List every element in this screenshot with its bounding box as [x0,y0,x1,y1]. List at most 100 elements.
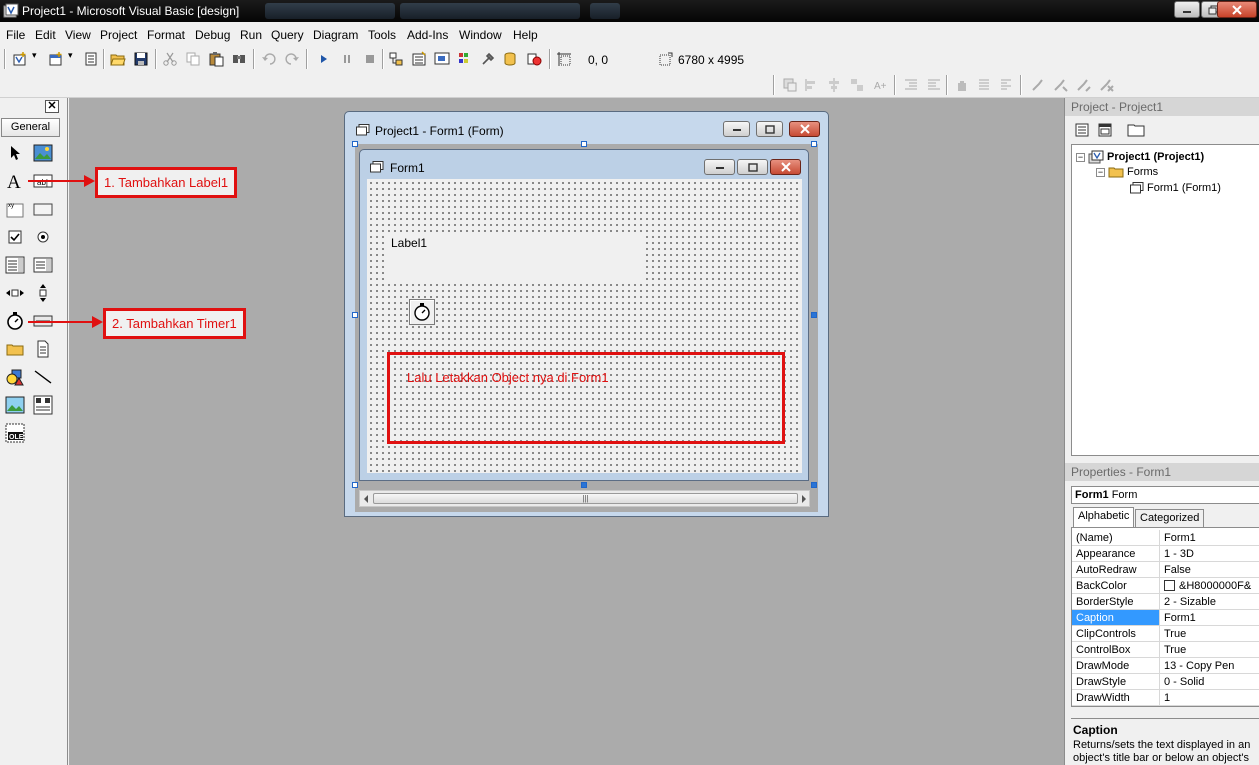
menu-run[interactable]: Run [240,28,262,42]
data-view-icon[interactable] [503,51,519,67]
save-project-icon[interactable] [133,51,149,67]
menu-help[interactable]: Help [513,28,538,42]
form-designer-window[interactable]: Project1 - Form1 (Form) Form1 Label1 Lal… [344,111,829,517]
break-icon[interactable] [339,51,355,67]
commandbutton-tool[interactable] [32,198,54,220]
object-selector[interactable]: Form1 Form [1071,486,1259,504]
scroll-left-icon[interactable] [362,494,370,504]
find-icon[interactable] [231,51,247,67]
hand-icon[interactable] [954,77,970,93]
property-row[interactable]: (Name) Form1 [1072,530,1259,546]
checkbox-tool[interactable] [4,226,26,248]
toggle-folders-icon[interactable] [1127,122,1145,138]
form1-maximize-button[interactable] [737,159,768,175]
comment-block-icon[interactable] [976,77,992,93]
pointer-tool[interactable] [4,142,26,164]
next-bookmark-icon[interactable] [1053,77,1069,93]
menu-file[interactable]: File [6,28,25,42]
line-tool[interactable] [32,366,54,388]
scrollbar-thumb[interactable]: ||| [373,493,798,504]
frame-tool[interactable]: xy [4,198,26,220]
tree-project-root[interactable]: − Project1 (Project1) [1076,150,1204,164]
collapse-icon[interactable]: − [1096,167,1105,177]
make-same-size-icon[interactable] [849,77,865,93]
tree-forms-folder[interactable]: − Forms [1096,166,1158,178]
open-project-icon[interactable] [110,51,126,67]
minimize-button[interactable] [1174,1,1200,18]
menu-query[interactable]: Query [271,28,304,42]
picturebox-tool[interactable] [32,142,54,164]
property-row[interactable]: DrawStyle 0 - Solid [1072,674,1259,690]
center-icon[interactable] [826,77,842,93]
menu-diagram[interactable]: Diagram [313,28,358,42]
uncomment-block-icon[interactable] [998,77,1014,93]
resize-handle[interactable] [811,482,817,488]
property-value[interactable]: False [1164,564,1191,576]
tab-alphabetic[interactable]: Alphabetic [1073,507,1135,527]
previous-bookmark-icon[interactable] [1076,77,1092,93]
listbox-tool[interactable] [32,254,54,276]
cut-icon[interactable] [162,51,178,67]
property-value[interactable]: 13 - Copy Pen [1164,660,1234,672]
property-row[interactable]: DrawMode 13 - Copy Pen [1072,658,1259,674]
clear-bookmarks-icon[interactable] [1099,77,1115,93]
dropdown-arrow-icon[interactable]: ▾ [68,50,73,61]
align-icon[interactable] [804,77,820,93]
designer-minimize-button[interactable] [723,121,750,137]
toolbox-general-tab[interactable]: General [1,118,60,137]
optionbutton-tool[interactable] [32,226,54,248]
dirlistbox-tool[interactable] [4,338,26,360]
property-row[interactable]: AutoRedraw False [1072,562,1259,578]
form1-close-button[interactable] [770,159,801,175]
add-project-icon[interactable] [12,51,28,67]
view-code-icon[interactable] [1074,122,1090,138]
designer-horizontal-scrollbar[interactable]: ||| [359,490,810,507]
designer-maximize-button[interactable] [756,121,783,137]
menu-addins[interactable]: Add-Ins [407,28,448,42]
form1-minimize-button[interactable] [704,159,735,175]
label1-control[interactable]: Label1 [387,234,643,281]
toggle-bookmark-icon[interactable] [1030,77,1046,93]
indent-icon[interactable] [903,77,919,93]
property-value[interactable]: Form1 [1164,532,1196,544]
resize-handle[interactable] [581,141,587,147]
menu-project[interactable]: Project [100,28,137,42]
property-row-selected[interactable]: Caption Form1 [1072,610,1259,626]
form-layout-icon[interactable] [434,51,450,67]
outdent-icon[interactable] [926,77,942,93]
timer-tool[interactable] [4,310,26,332]
resize-handle[interactable] [811,312,817,318]
property-value[interactable]: 2 - Sizable [1164,596,1216,608]
toolbox-close-button[interactable]: ✕ [45,100,59,113]
filelistbox-tool[interactable] [32,338,54,360]
form1-window[interactable]: Form1 Label1 Lalu Letakkan Object nya di… [359,149,809,481]
menu-view[interactable]: View [65,28,91,42]
collapse-icon[interactable]: − [1076,152,1085,162]
project-explorer-icon[interactable] [388,51,404,67]
paste-icon[interactable] [208,51,224,67]
menu-debug[interactable]: Debug [195,28,230,42]
data-tool[interactable] [32,394,54,416]
add-form-icon[interactable] [48,51,64,67]
bring-to-front-icon[interactable] [782,77,798,93]
resize-handle[interactable] [581,482,587,488]
tree-form1-item[interactable]: Form1 (Form1) [1130,182,1221,194]
image-tool[interactable] [4,394,26,416]
shape-tool[interactable] [4,366,26,388]
property-row[interactable]: ControlBox True [1072,642,1259,658]
property-value[interactable]: 0 - Solid [1164,676,1204,688]
copy-icon[interactable] [185,51,201,67]
undo-icon[interactable] [261,51,277,67]
property-value[interactable]: &H8000000F& [1164,580,1251,592]
designer-close-button[interactable] [789,121,820,137]
vb-app-icon[interactable] [3,3,19,19]
resize-handle[interactable] [352,312,358,318]
dropdown-arrow-icon[interactable]: ▾ [32,50,37,61]
property-value[interactable]: True [1164,628,1186,640]
property-row[interactable]: Appearance 1 - 3D [1072,546,1259,562]
property-row[interactable]: DrawWidth 1 [1072,690,1259,706]
property-value[interactable]: Form1 [1164,612,1196,624]
component-manager-icon[interactable] [526,51,542,67]
end-icon[interactable] [362,51,378,67]
scroll-right-icon[interactable] [800,494,808,504]
